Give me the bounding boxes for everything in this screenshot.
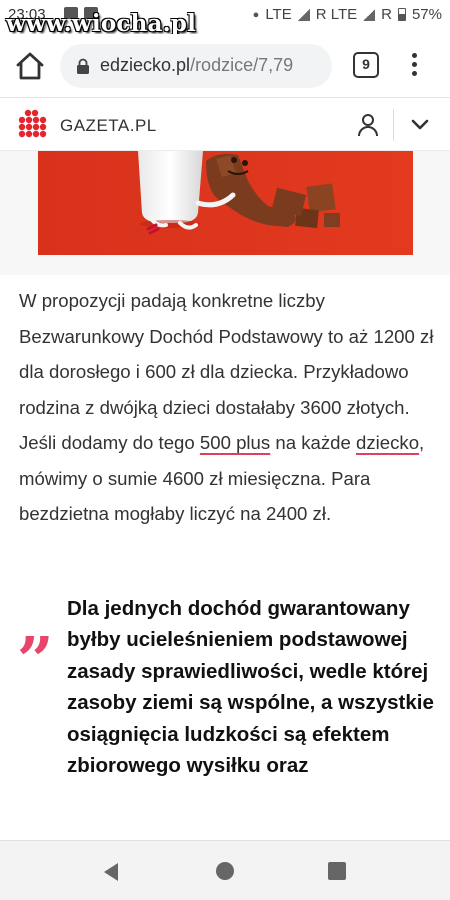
address-bar[interactable]: edziecko.pl/rodzice/7,79 — [60, 44, 332, 88]
back-triangle-icon[interactable] — [100, 861, 122, 883]
dot-indicator: ● — [252, 8, 260, 21]
article-paragraph: W propozycji padają konkretne liczby Bez… — [19, 283, 435, 532]
watermark: www.wiocha.pl — [6, 10, 197, 37]
link-500-plus[interactable]: 500 plus — [200, 432, 270, 453]
chevron-down-icon[interactable] — [408, 115, 432, 135]
recent-square-icon[interactable] — [328, 862, 346, 880]
hero-image — [38, 151, 413, 255]
status-bar: 23:03 www.wiocha.pl ● LTE R LTE R 57% — [0, 0, 450, 37]
network-label-1: LTE — [265, 6, 292, 23]
pull-quote: „ Dla jednych dochód gwarantowany byłby … — [0, 593, 450, 843]
url-path: /rodzice/7,79 — [190, 55, 294, 75]
status-indicators: ● LTE R LTE R 57% — [253, 6, 442, 23]
home-circle-icon[interactable] — [216, 862, 234, 880]
network-label-2: R LTE — [315, 6, 358, 23]
battery-icon — [397, 8, 406, 21]
paragraph-text: W propozycji padają konkretne liczby Bez… — [19, 290, 434, 453]
link-dziecko[interactable]: dziecko — [356, 432, 419, 453]
site-header: GAZETA.PL — [0, 99, 450, 151]
signal-icon — [297, 8, 310, 21]
home-icon[interactable] — [12, 50, 48, 82]
gazeta-logo-icon[interactable] — [18, 109, 50, 141]
site-logo-text[interactable]: GAZETA.PL — [60, 116, 157, 136]
user-icon[interactable] — [356, 112, 380, 138]
quote-text: Dla jednych dochód gwarantowany byłby uc… — [67, 597, 434, 778]
lock-icon — [77, 58, 89, 74]
paragraph-text: na każde — [270, 432, 356, 453]
battery-level: 57% — [411, 6, 442, 23]
url-domain: edziecko.pl — [100, 55, 191, 75]
quote-mark-icon: „ — [18, 587, 55, 662]
browser-toolbar: edziecko.pl/rodzice/7,79 9 — [0, 34, 450, 98]
url-text: edziecko.pl/rodzice/7,79 — [100, 55, 293, 76]
signal-icon — [363, 8, 376, 21]
tab-switcher-button[interactable]: 9 — [353, 52, 379, 78]
system-nav-bar — [0, 840, 450, 900]
more-vert-icon[interactable] — [404, 50, 424, 82]
roaming-label: R — [381, 6, 392, 23]
header-divider — [393, 109, 394, 141]
hero-image-area — [0, 151, 450, 275]
